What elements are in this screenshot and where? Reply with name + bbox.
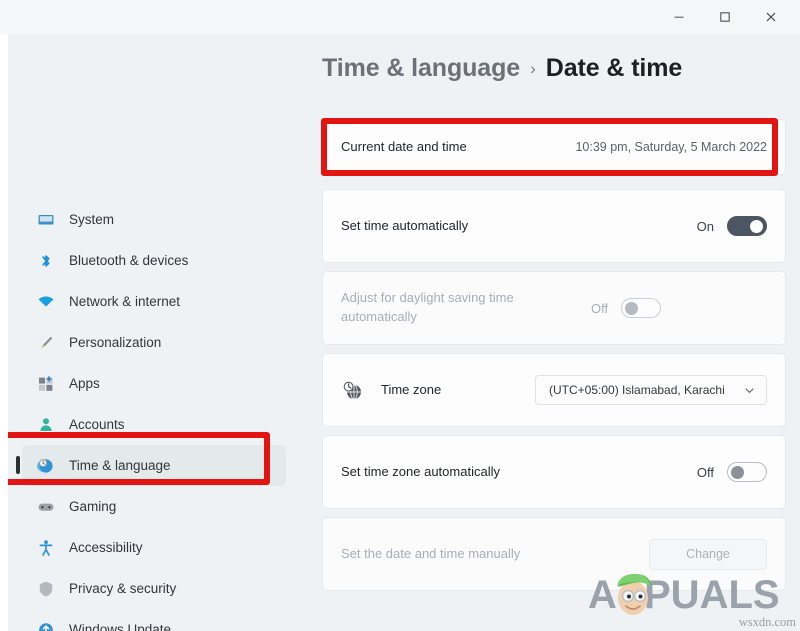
accessibility-icon — [36, 538, 56, 558]
sidebar-item-apps[interactable]: Apps — [22, 363, 286, 404]
daylight-saving-toggle-group: Off — [591, 298, 662, 318]
wsxdn-watermark: wsxdn.com — [738, 615, 796, 629]
sidebar-item-label: Personalization — [69, 335, 162, 350]
daylight-saving-state: Off — [591, 300, 609, 316]
breadcrumb: Time & language › Date & time — [322, 54, 682, 83]
sidebar-item-label: Gaming — [69, 499, 117, 514]
sidebar-item-label: Time & language — [69, 458, 171, 473]
time-zone-value: (UTC+05:00) Islamabad, Karachi — [549, 383, 725, 397]
title-bar — [0, 0, 800, 34]
set-time-zone-automatically-state: Off — [696, 464, 714, 480]
page-title: Date & time — [545, 54, 683, 82]
set-time-zone-automatically-switch[interactable] — [727, 462, 767, 482]
daylight-saving-switch — [621, 298, 662, 318]
window-controls — [656, 0, 794, 34]
person-icon — [36, 415, 56, 435]
set-time-zone-automatically-label: Set time zone automatically — [341, 463, 500, 479]
chevron-down-icon — [744, 385, 755, 396]
current-date-time-value: 10:39 pm, Saturday, 5 March 2022 — [575, 140, 767, 154]
settings-window: System Bluetooth & devices Network & int… — [0, 0, 800, 631]
settings-sidebar: System Bluetooth & devices Network & int… — [8, 34, 308, 631]
bluetooth-icon — [36, 251, 56, 271]
chevron-right-icon: › — [530, 59, 536, 78]
change-button-label: Change — [686, 547, 730, 561]
maximize-button[interactable] — [702, 2, 748, 32]
set-time-zone-automatically-row[interactable]: Set time zone automatically Off — [322, 435, 786, 509]
sidebar-item-label: Bluetooth & devices — [69, 253, 189, 268]
sidebar-nav: System Bluetooth & devices Network & int… — [8, 199, 308, 631]
time-zone-dropdown[interactable]: (UTC+05:00) Islamabad, Karachi — [535, 375, 767, 405]
time-zone-row[interactable]: Time zone (UTC+05:00) Islamabad, Karachi — [322, 353, 786, 427]
daylight-saving-label: Adjust for daylight saving time automati… — [341, 290, 514, 324]
clock-globe-icon — [341, 379, 363, 401]
shield-icon — [36, 579, 56, 599]
svg-text:A: A — [588, 573, 617, 616]
clock-globe-icon — [36, 456, 56, 476]
paintbrush-icon — [36, 333, 56, 353]
sidebar-item-label: Privacy & security — [69, 581, 177, 596]
set-time-automatically-toggle-group[interactable]: On — [697, 216, 767, 236]
sidebar-item-network-internet[interactable]: Network & internet — [22, 281, 286, 322]
set-time-automatically-state: On — [696, 218, 714, 234]
current-date-time-label: Current date and time — [341, 138, 467, 154]
sidebar-item-personalization[interactable]: Personalization — [22, 322, 286, 363]
set-time-automatically-label: Set time automatically — [341, 217, 469, 233]
monitor-icon — [36, 210, 56, 230]
sidebar-item-label: Accessibility — [69, 540, 143, 555]
svg-text:PUALS: PUALS — [644, 573, 780, 616]
update-icon — [36, 620, 56, 631]
daylight-saving-row: Adjust for daylight saving time automati… — [322, 271, 786, 345]
sidebar-item-accounts[interactable]: Accounts — [22, 404, 286, 445]
sidebar-item-privacy-security[interactable]: Privacy & security — [22, 568, 286, 609]
gamepad-icon — [36, 497, 56, 517]
sidebar-item-system[interactable]: System — [22, 199, 286, 240]
sidebar-item-label: Accounts — [69, 417, 125, 432]
wifi-icon — [36, 292, 56, 312]
sidebar-item-accessibility[interactable]: Accessibility — [22, 527, 286, 568]
change-button: Change — [649, 538, 767, 570]
sidebar-item-time-language[interactable]: Time & language — [16, 445, 286, 486]
sidebar-item-windows-update[interactable]: Windows Update — [22, 609, 286, 631]
sidebar-item-label: Apps — [69, 376, 100, 391]
time-zone-label: Time zone — [381, 381, 442, 397]
sidebar-item-label: System — [69, 212, 115, 227]
current-date-time-row: Current date and time 10:39 pm, Saturday… — [322, 119, 786, 175]
apps-icon — [36, 374, 56, 394]
set-time-automatically-row[interactable]: Set time automatically On — [322, 189, 786, 263]
set-manually-label: Set the date and time manually — [341, 545, 521, 561]
appuals-watermark: A PUALS — [588, 568, 793, 617]
minimize-button[interactable] — [656, 2, 702, 32]
sidebar-item-label: Windows Update — [69, 622, 172, 631]
sidebar-item-bluetooth-devices[interactable]: Bluetooth & devices — [22, 240, 286, 281]
close-button[interactable] — [748, 2, 794, 32]
sidebar-item-gaming[interactable]: Gaming — [22, 486, 286, 527]
breadcrumb-parent[interactable]: Time & language — [322, 54, 520, 83]
content-pane: Time & language › Date & time Current da… — [308, 34, 800, 631]
sidebar-item-label: Network & internet — [69, 294, 181, 309]
set-time-automatically-switch[interactable] — [727, 216, 767, 236]
set-time-zone-automatically-toggle-group[interactable]: Off — [697, 462, 767, 482]
